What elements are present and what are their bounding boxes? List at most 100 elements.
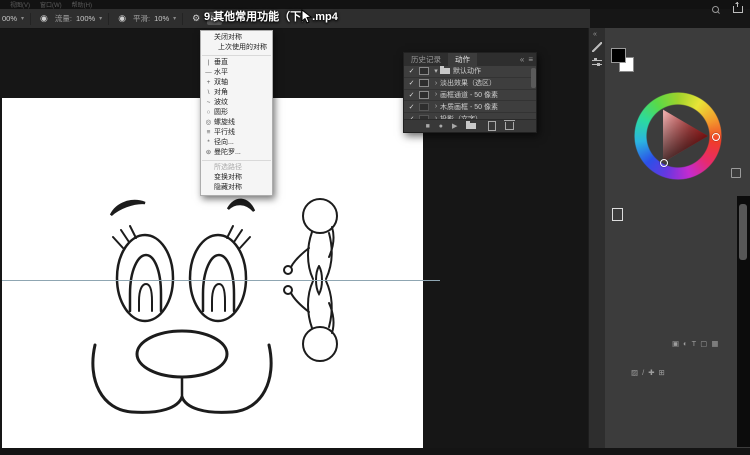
menu-item-radial[interactable]: *径向... <box>201 138 272 148</box>
pressure-opacity-icon[interactable]: ◉ <box>37 12 51 25</box>
menu-view[interactable]: 视图(V) <box>10 0 30 9</box>
new-action-icon[interactable] <box>488 121 496 131</box>
filter-pixel-layers-icon[interactable]: ▣ <box>672 339 679 348</box>
lock-artboard-icon[interactable]: ⊞ <box>658 368 664 377</box>
expand-arrow-icon[interactable]: › <box>432 80 440 87</box>
right-eyebrow <box>228 200 254 211</box>
scrollbar-thumb[interactable] <box>739 204 747 260</box>
right-eyelashes <box>227 226 250 248</box>
lock-position-icon[interactable]: ✚ <box>648 368 654 377</box>
color-picker-icon[interactable] <box>731 168 741 178</box>
actions-scrollbar-thumb[interactable] <box>531 68 536 88</box>
window-bottom-edge <box>0 448 750 455</box>
menu-item-dual-axis[interactable]: +双轴 <box>201 78 272 88</box>
actions-panel-menu-icon[interactable]: ≡ <box>528 55 533 64</box>
smoothing-gear-icon[interactable]: ⚙ <box>189 12 203 25</box>
action-check-icon[interactable]: ✓ <box>407 115 416 119</box>
action-name: 木质画框 - 50 像素 <box>440 102 536 112</box>
expand-arrow-icon[interactable]: › <box>432 115 440 119</box>
expand-panels-icon[interactable]: « <box>593 31 597 38</box>
flow-caret-icon[interactable]: ▾ <box>99 15 102 22</box>
panel-scrollbar[interactable] <box>737 196 750 447</box>
action-set-row[interactable]: ✓ ▾ 默认动作 <box>404 66 536 78</box>
hue-ring-marker[interactable] <box>712 133 720 141</box>
folder-icon <box>440 68 450 74</box>
search-icon[interactable] <box>712 6 719 13</box>
tab-actions[interactable]: 动作 <box>448 53 477 66</box>
menu-window[interactable]: 窗口(W) <box>40 0 62 9</box>
right-eye <box>190 235 246 321</box>
dialog-toggle-icon[interactable] <box>419 67 429 75</box>
menu-item-circle[interactable]: ○圆形 <box>201 108 272 118</box>
opacity-value[interactable]: 00% <box>2 14 17 23</box>
expand-arrow-icon[interactable]: ▾ <box>432 67 440 75</box>
horizontal-symmetry-icon: — <box>204 68 213 78</box>
expand-arrow-icon[interactable]: › <box>432 103 440 110</box>
action-name: 画框通道 - 50 像素 <box>440 90 536 100</box>
action-row[interactable]: ✓ › 投影（文字） <box>404 113 536 119</box>
dialog-toggle-icon[interactable] <box>419 103 429 111</box>
menu-item-vertical[interactable]: |垂直 <box>201 58 272 68</box>
menu-item-wavy[interactable]: ~波纹 <box>201 98 272 108</box>
action-check-icon[interactable]: ✓ <box>407 67 416 75</box>
collapse-panel-icon[interactable]: « <box>520 55 524 64</box>
smoothing-caret-icon[interactable]: ▾ <box>173 15 176 22</box>
dual-axis-symmetry-icon: + <box>204 78 213 88</box>
menu-item-spiral[interactable]: ◎螺旋线 <box>201 118 272 128</box>
parallel-lines-symmetry-icon: ≡ <box>204 128 213 138</box>
figure-bottom-half <box>284 281 337 361</box>
menu-item-parallel-lines[interactable]: ≡平行线 <box>201 128 272 138</box>
lock-image-pixels-icon[interactable]: / <box>642 368 644 377</box>
menu-item-symmetry-off[interactable]: 关闭对称 <box>201 33 272 43</box>
foreground-color-swatch[interactable] <box>611 48 626 63</box>
begin-recording-icon[interactable]: ● <box>439 123 443 130</box>
circle-symmetry-icon: ○ <box>204 108 213 118</box>
lock-transparent-pixels-icon[interactable]: ▨ <box>631 368 638 377</box>
divider <box>182 13 183 25</box>
action-check-icon[interactable]: ✓ <box>407 79 416 87</box>
action-row[interactable]: ✓ › 淡出效果（选区） <box>404 78 536 90</box>
brush-settings-icon[interactable] <box>592 42 602 52</box>
filter-shape-layers-icon[interactable]: ▢ <box>700 339 707 348</box>
menu-item-diagonal[interactable]: \对角 <box>201 88 272 98</box>
action-check-icon[interactable]: ✓ <box>407 103 416 111</box>
action-check-icon[interactable]: ✓ <box>407 91 416 99</box>
menu-item-horizontal[interactable]: —水平 <box>201 68 272 78</box>
wavy-symmetry-icon: ~ <box>204 98 213 108</box>
smoothing-value[interactable]: 10% <box>154 14 169 23</box>
dialog-toggle-icon[interactable] <box>419 91 429 99</box>
filter-type-layers-icon[interactable]: T <box>692 339 697 348</box>
dialog-toggle-icon[interactable] <box>419 79 429 87</box>
action-row[interactable]: ✓ › 画框通道 - 50 像素 <box>404 90 536 102</box>
action-row[interactable]: ✓ › 木质画框 - 50 像素 <box>404 101 536 113</box>
triangle-marker[interactable] <box>660 159 668 167</box>
tool-options-icon[interactable] <box>592 58 602 67</box>
stop-playing-icon[interactable]: ■ <box>426 123 430 130</box>
horizontal-symmetry-axis[interactable] <box>2 280 440 281</box>
menu-help[interactable]: 帮助(H) <box>72 0 92 9</box>
expand-arrow-icon[interactable]: › <box>432 91 440 98</box>
play-selection-icon[interactable]: ▶ <box>452 122 457 130</box>
opacity-caret-icon[interactable]: ▾ <box>21 15 24 22</box>
airbrush-icon[interactable]: ◉ <box>115 12 129 25</box>
flow-value[interactable]: 100% <box>76 14 95 23</box>
action-name: 投影（文字） <box>440 114 536 119</box>
left-eye <box>117 235 173 321</box>
collapsed-panel-strip: « <box>588 28 606 448</box>
filter-smart-objects-icon[interactable]: ▦ <box>711 339 718 348</box>
radial-symmetry-icon: * <box>204 138 213 148</box>
dialog-toggle-icon[interactable] <box>419 115 429 119</box>
filter-adjustment-layers-icon[interactable]: ◐ <box>683 339 688 348</box>
menu-item-last-used-symmetry[interactable]: 上次使用的对称 <box>201 43 272 53</box>
share-icon[interactable] <box>733 6 743 13</box>
new-set-folder-icon[interactable] <box>466 123 476 129</box>
delete-icon[interactable] <box>505 122 514 130</box>
menu-item-mandala[interactable]: ⊛曼陀罗... <box>201 148 272 158</box>
diagonal-symmetry-icon: \ <box>204 88 213 98</box>
tab-history[interactable]: 历史记录 <box>404 53 448 66</box>
menu-item-transform-symmetry[interactable]: 变换对称 <box>201 173 272 183</box>
color-wheel[interactable] <box>634 92 722 180</box>
menu-item-hide-symmetry[interactable]: 隐藏对称 <box>201 183 272 193</box>
spiral-symmetry-icon: ◎ <box>204 118 213 128</box>
divider <box>108 13 109 25</box>
